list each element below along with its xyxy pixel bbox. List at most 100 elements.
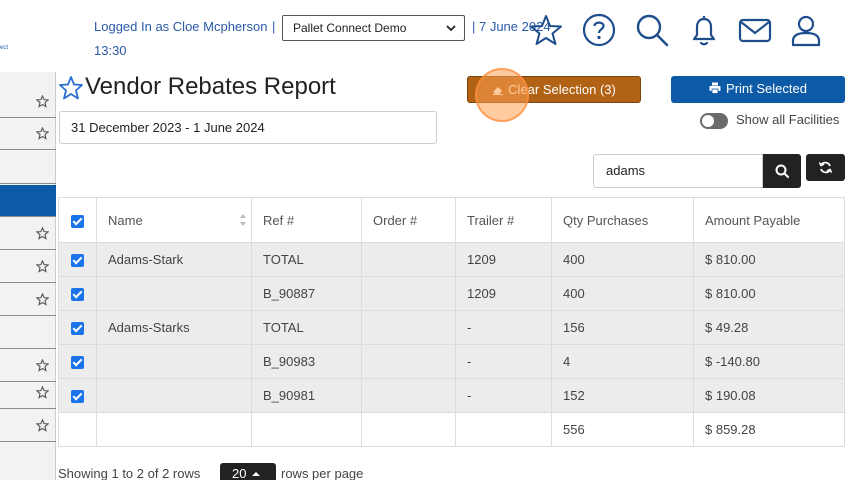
cell-amount: $ 190.08 [693,378,845,413]
refresh-button[interactable] [806,154,845,181]
sidebar-item[interactable] [0,410,56,442]
favorite-star-icon[interactable] [58,75,84,101]
favorites-star-icon[interactable] [528,12,564,48]
cell-trailer: - [455,378,552,413]
sidebar [0,72,56,480]
cell-name [96,378,252,413]
sidebar-item[interactable] [0,284,56,316]
table-row: B_90887 1209 400 $ 810.00 [58,276,845,311]
column-header-name[interactable]: Name [96,197,252,243]
row-checkbox[interactable] [71,322,84,336]
cell-amount: $ -140.80 [693,344,845,379]
star-icon[interactable] [36,227,49,240]
show-all-facilities-toggle[interactable] [700,113,728,129]
cell-empty [455,412,552,447]
toggle-knob [702,115,714,127]
search-icon[interactable] [634,12,670,48]
cell-order [361,310,456,345]
select-all-cell [58,197,97,243]
search-input[interactable]: adams [593,154,763,188]
cell-ref: B_90983 [251,344,362,379]
table-row: B_90981 -152 $ 190.08 [58,378,845,413]
bell-icon[interactable] [686,12,722,48]
company-select[interactable]: Pallet Connect Demo [282,15,465,41]
column-header-order: Order # [361,197,456,243]
row-checkbox[interactable] [71,288,84,302]
cell-qty: 152 [551,378,694,413]
star-icon[interactable] [36,127,49,140]
row-select-cell [58,242,97,277]
pagination-summary: Showing 1 to 2 of 2 rows [58,466,201,480]
star-icon[interactable] [36,95,49,108]
column-header-ref: Ref # [251,197,362,243]
table-row: Adams-Stark TOTAL 1209 400 $ 810.00 [58,242,845,277]
sidebar-item[interactable] [0,185,56,217]
search-button[interactable] [763,154,801,188]
star-icon[interactable] [36,293,49,306]
cell-qty: 4 [551,344,694,379]
star-icon[interactable] [36,359,49,372]
refresh-icon [819,161,832,174]
table-row: Adams-Starks TOTAL -156 $ 49.28 [58,310,845,345]
cell-qty: 400 [551,242,694,277]
row-checkbox[interactable] [71,254,84,268]
show-all-facilities-label: Show all Facilities [736,112,840,127]
top-header: ect Logged In as Cloe Mcpherson | 13:30 … [0,0,860,72]
company-select-value: Pallet Connect Demo [293,21,407,35]
sidebar-item[interactable] [0,317,56,349]
header-separator: | [272,19,276,34]
table-header-row: Name Ref # Order # Trailer # Qty Purchas… [58,197,845,243]
total-amount: $ 859.28 [693,412,845,447]
cell-empty [96,412,252,447]
print-selected-button[interactable]: Print Selected [671,76,845,103]
eraser-icon [493,87,504,95]
cell-order [361,276,456,311]
date-range-input[interactable]: 31 December 2023 - 1 June 2024 [59,111,437,144]
cell-ref: B_90981 [251,378,362,413]
sidebar-item[interactable] [0,251,56,283]
table-row: B_90983 -4 $ -140.80 [58,344,845,379]
caret-up-icon [252,472,261,476]
brand-logo-fragment: ect [0,45,9,51]
cell-empty [361,412,456,447]
select-all-checkbox[interactable] [71,214,84,228]
sort-icon [240,214,246,226]
column-header-amount: Amount Payable [693,197,845,243]
cell-trailer: - [455,310,552,345]
logged-in-text: Logged In as Cloe Mcpherson [94,19,268,34]
row-checkbox[interactable] [71,390,84,404]
chevron-down-icon [446,25,456,32]
cell-empty [58,412,97,447]
cell-order [361,242,456,277]
row-select-cell [58,276,97,311]
star-icon[interactable] [36,419,49,432]
row-checkbox[interactable] [71,356,84,370]
rows-per-page-select[interactable]: 20 [220,463,276,480]
help-icon[interactable] [581,12,617,48]
star-icon[interactable] [36,260,49,273]
sidebar-item[interactable] [0,377,56,409]
cell-qty: 156 [551,310,694,345]
cell-trailer: 1209 [455,276,552,311]
mail-icon[interactable] [737,12,773,48]
clear-selection-button[interactable]: Clear Selection (3) [467,76,641,103]
cell-amount: $ 810.00 [693,242,845,277]
cell-ref: TOTAL [251,310,362,345]
cell-name: Adams-Stark [96,242,252,277]
sidebar-item[interactable] [0,218,56,250]
vendor-rebates-table: Name Ref # Order # Trailer # Qty Purchas… [58,197,845,447]
row-select-cell [58,310,97,345]
cell-amount: $ 49.28 [693,310,845,345]
cell-order [361,344,456,379]
row-select-cell [58,344,97,379]
sidebar-item[interactable] [0,118,56,150]
cell-qty: 400 [551,276,694,311]
search-icon [775,164,789,178]
cell-name: Adams-Starks [96,310,252,345]
cell-empty [251,412,362,447]
star-icon[interactable] [36,386,49,399]
sidebar-item[interactable] [0,152,56,184]
total-qty: 556 [551,412,694,447]
sidebar-item[interactable] [0,86,56,118]
user-icon[interactable] [788,12,824,48]
